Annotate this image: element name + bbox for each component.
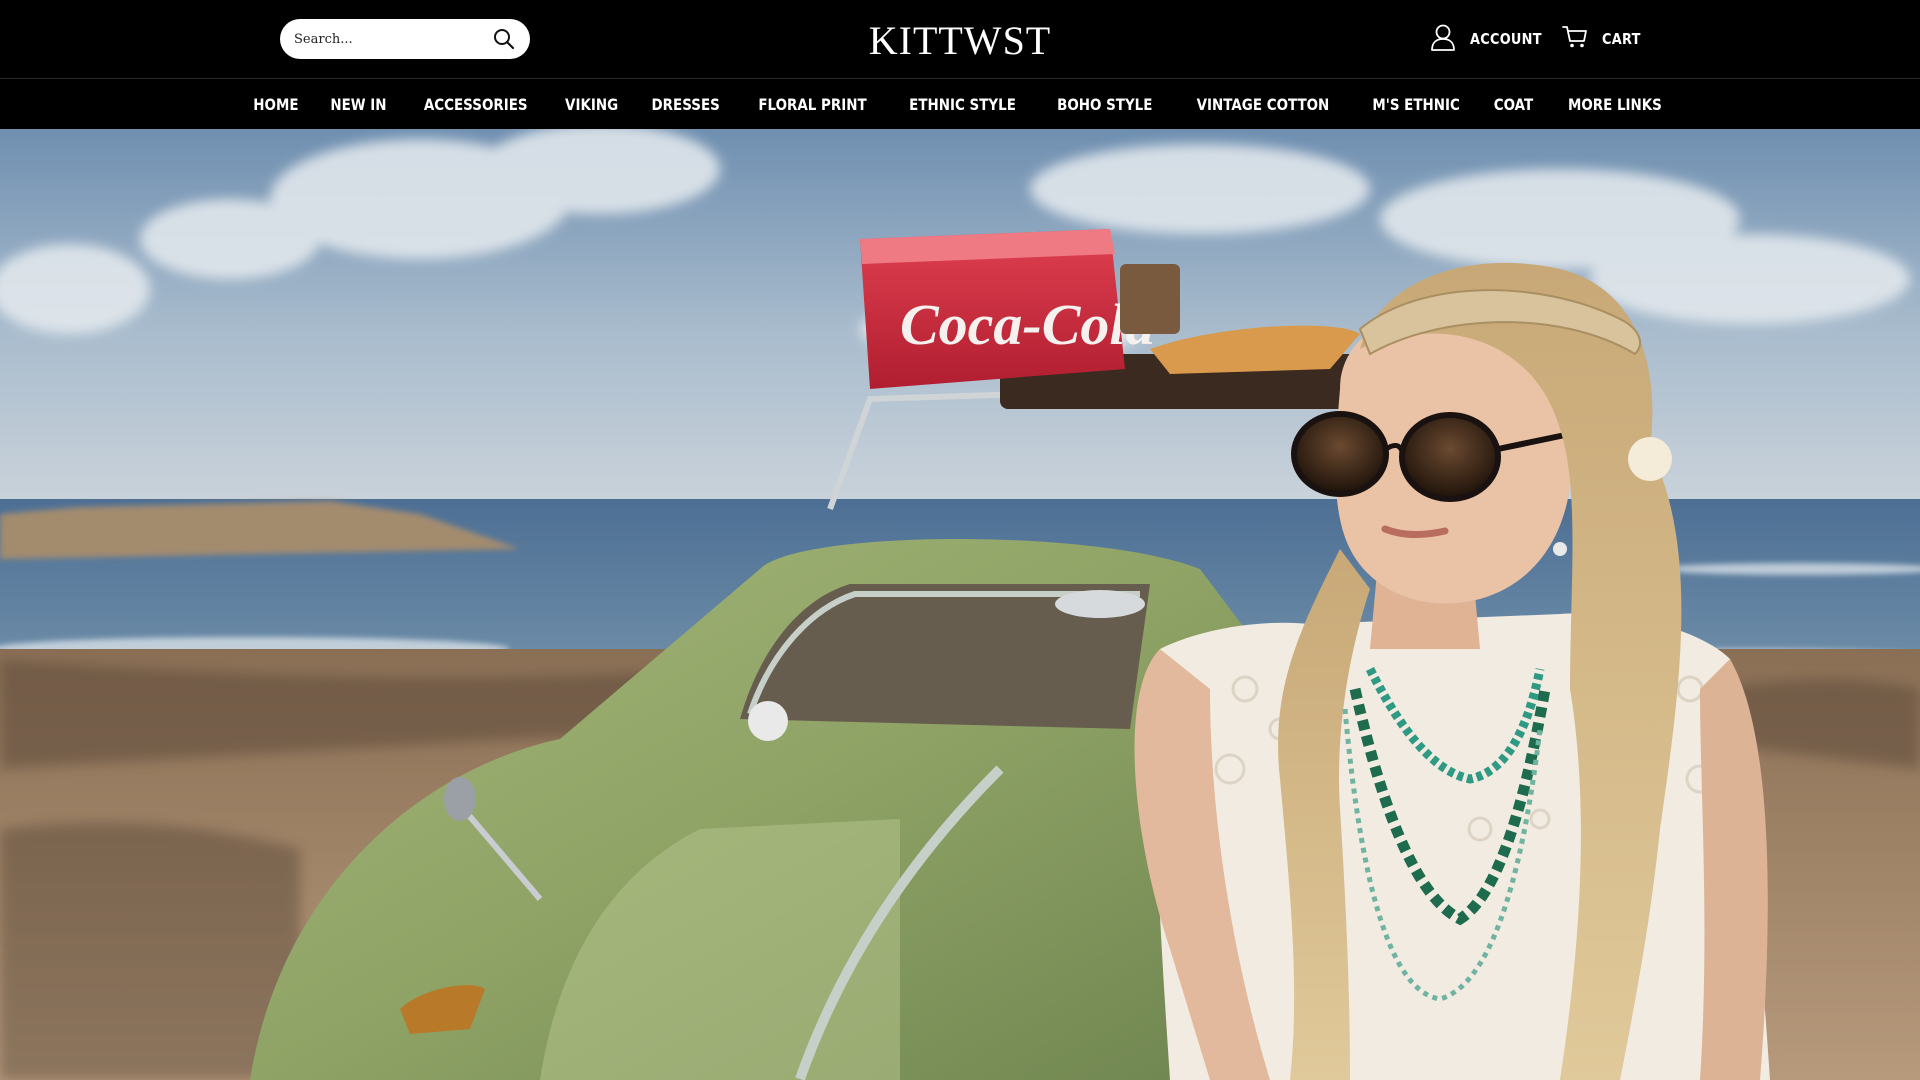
nav-item-ethnic-style[interactable]: ETHNIC STYLE xyxy=(894,95,1031,114)
nav-item-vintage-cotton[interactable]: VINTAGE COTTON xyxy=(1181,95,1344,114)
nav-item-viking[interactable]: VIKING xyxy=(550,95,633,114)
nav-item-dresses[interactable]: DRESSES xyxy=(636,95,735,114)
nav-item-boho-style[interactable]: BOHO STYLE xyxy=(1042,95,1168,114)
nav-item-coat[interactable]: COAT xyxy=(1478,95,1548,114)
header-topbar: KITTWST ACCOUNT CART xyxy=(0,0,1920,79)
account-link[interactable]: ACCOUNT xyxy=(1430,22,1553,56)
search-box[interactable] xyxy=(280,19,530,59)
nav-item-new-in[interactable]: NEW IN xyxy=(315,95,401,114)
nav-item-home[interactable]: HOME xyxy=(239,95,314,114)
cooler-logo-text: Coca-Cola xyxy=(900,292,1155,357)
account-label: ACCOUNT xyxy=(1470,30,1542,48)
cart-icon xyxy=(1562,25,1588,54)
search-icon[interactable] xyxy=(492,27,516,51)
site-header: KITTWST ACCOUNT CART HOME NEW IN xyxy=(0,0,1920,129)
hero-image: Coca-Cola xyxy=(0,129,1920,1080)
hero-banner[interactable]: Coca-Cola xyxy=(0,129,1920,1080)
nav-item-ms-ethnic[interactable]: M'S ETHNIC xyxy=(1357,95,1475,114)
site-logo[interactable]: KITTWST xyxy=(860,14,1060,66)
cart-link[interactable]: CART xyxy=(1562,22,1647,56)
search-input[interactable] xyxy=(294,31,492,47)
main-nav: HOME NEW IN ACCESSORIES VIKING DRESSES F… xyxy=(0,80,1920,129)
nav-item-more-links[interactable]: MORE LINKS xyxy=(1553,95,1677,114)
nav-item-floral-print[interactable]: FLORAL PRINT xyxy=(743,95,882,114)
user-icon xyxy=(1430,23,1456,56)
nav-item-accessories[interactable]: ACCESSORIES xyxy=(409,95,543,114)
cart-label: CART xyxy=(1602,30,1641,48)
